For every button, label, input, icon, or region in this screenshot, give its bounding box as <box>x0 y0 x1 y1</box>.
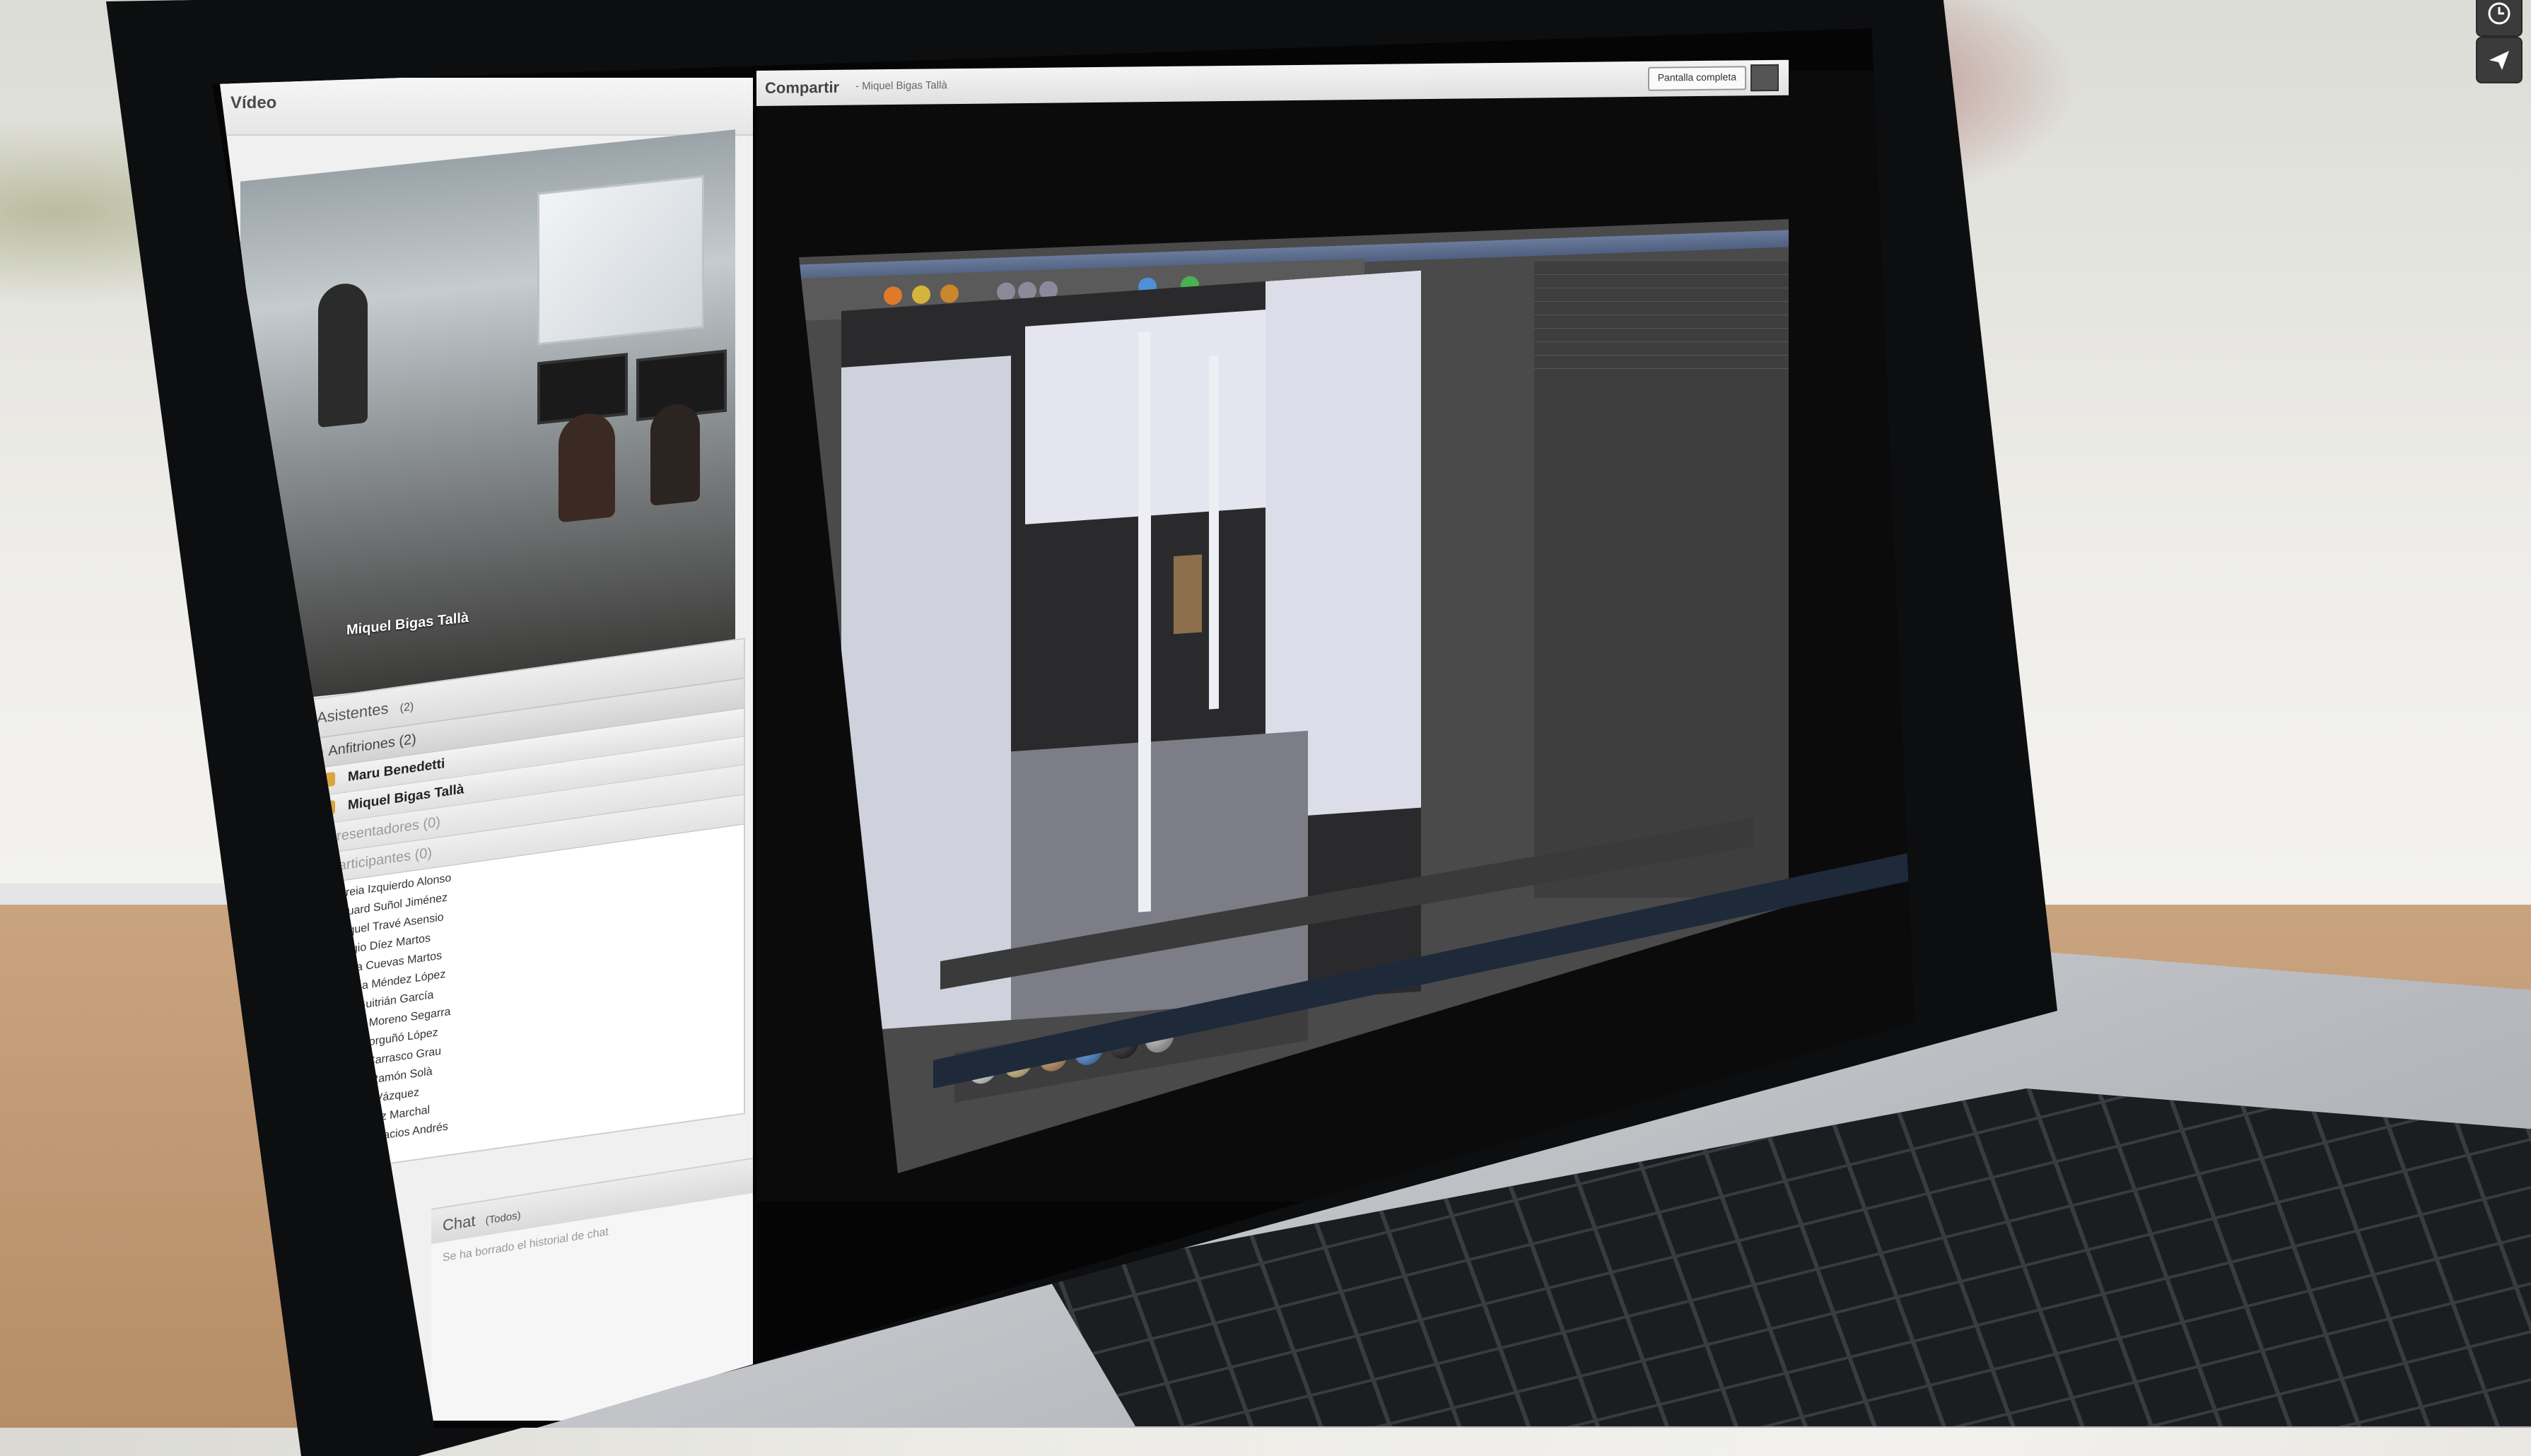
move-tool-icon[interactable] <box>884 286 902 305</box>
projector-screen <box>537 175 704 346</box>
layout-menu-icon[interactable] <box>1750 64 1779 92</box>
rotate-tool-icon[interactable] <box>940 284 959 303</box>
viewport-column <box>1209 355 1219 710</box>
clock-icon <box>2488 2 2510 25</box>
share-panel-header: Compartir - Miquel Bigas Tallà Pantalla … <box>756 59 1789 106</box>
share-panel: Compartir - Miquel Bigas Tallà Pantalla … <box>756 59 1915 1202</box>
object-row[interactable] <box>1534 356 1789 369</box>
object-row[interactable] <box>1534 275 1789 288</box>
student-figure <box>650 401 700 506</box>
video-panel-title: Vídeo <box>230 93 277 112</box>
send-button[interactable] <box>2476 37 2523 83</box>
attendees-count: (2) <box>399 700 414 715</box>
object-row[interactable] <box>1534 342 1789 356</box>
viewport-wall <box>841 356 1011 1032</box>
object-row[interactable] <box>1534 315 1789 329</box>
clock-button[interactable] <box>2476 0 2523 37</box>
chat-scope[interactable]: (Todos) <box>486 1209 521 1227</box>
share-panel-title: Compartir <box>765 78 840 97</box>
attendees-title: Asistentes <box>317 699 389 727</box>
presenter-figure <box>318 281 368 428</box>
scale-tool-icon[interactable] <box>912 285 930 305</box>
viewport-floor <box>1011 730 1308 1032</box>
student-figure <box>559 411 615 523</box>
webcam-speaker-name: Miquel Bigas Tallà <box>346 609 469 639</box>
object-row[interactable] <box>1534 329 1789 342</box>
video-panel-header: Vídeo <box>219 78 753 136</box>
chat-title: Chat <box>443 1211 476 1235</box>
send-icon <box>2489 51 2509 70</box>
webcam-feed[interactable]: Miquel Bigas Tallà <box>240 129 735 705</box>
group-label: Anfitriones (2) <box>328 731 416 760</box>
object-row[interactable] <box>1534 288 1789 302</box>
viewport-door <box>1174 554 1202 635</box>
viewport-column <box>1138 331 1151 912</box>
shared-screen-cinema4d[interactable] <box>799 219 1789 1173</box>
share-presenter-name: - Miquel Bigas Tallà <box>855 79 947 93</box>
object-row[interactable] <box>1534 262 1789 275</box>
c4d-object-manager[interactable] <box>1534 262 1789 898</box>
object-row[interactable] <box>1534 302 1789 315</box>
fullscreen-button[interactable]: Pantalla completa <box>1647 66 1746 91</box>
